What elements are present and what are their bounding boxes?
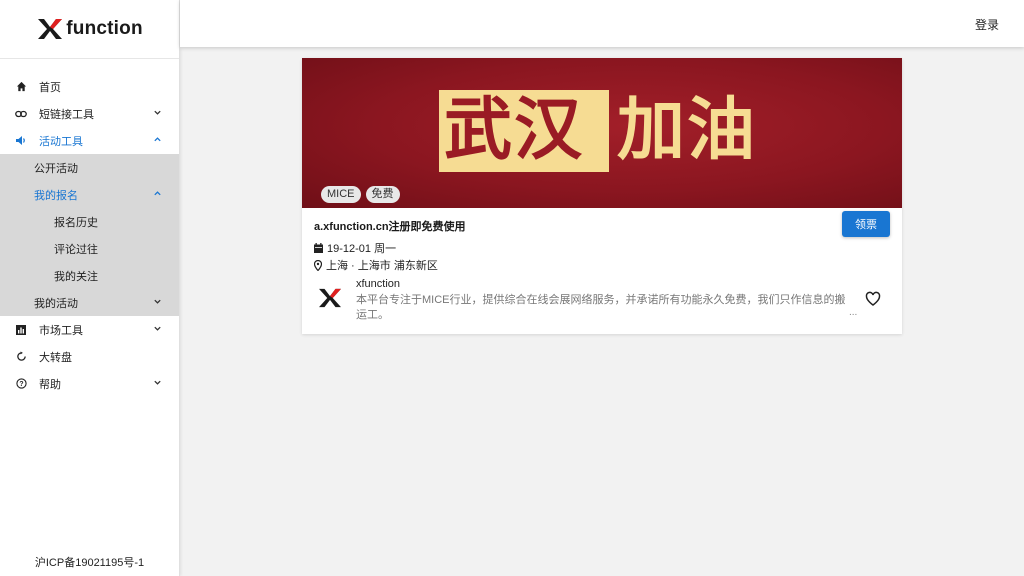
activity-submenu: 公开活动 我的报名 报名历史 评论过往 我的关注 我的活动 [0,154,179,316]
sidebar-item-help[interactable]: ? 帮助 [0,370,179,397]
refresh-icon [15,351,27,363]
sidebar-item-label: 活动工具 [39,135,83,148]
sidebar-item-label: 评论过往 [54,243,98,256]
banner-text-secondary: 加油 [617,91,758,170]
sidebar-item-label: 我的活动 [34,297,78,310]
x-logo-icon [38,19,63,39]
organizer-name[interactable]: xfunction [356,278,400,290]
organizer-logo-icon[interactable] [317,287,343,309]
chevron-up-icon [154,137,161,142]
sidebar: function 首页 短链接工具 活动工具 公开活动 我的报名 报名历史 评论… [0,0,180,576]
event-date: 19-12-01 周一 [314,240,396,256]
sidebar-item-market-tools[interactable]: 市场工具 [0,316,179,343]
sidebar-item-label: 首页 [39,81,61,94]
sidebar-item-label: 大转盘 [39,351,72,364]
sidebar-item-my-activities[interactable]: 我的活动 [0,289,179,316]
chevron-down-icon [154,326,161,331]
home-icon [15,81,27,93]
tag-list: MICE 免费 [321,186,400,203]
chart-icon [15,324,27,336]
sidebar-item-shortlink[interactable]: 短链接工具 [0,100,179,127]
icp-license[interactable]: 沪ICP备19021195号-1 [0,554,179,570]
sidebar-item-label: 短链接工具 [39,108,94,121]
login-link[interactable]: 登录 [975,16,999,33]
sidebar-item-signup-history[interactable]: 报名历史 [0,208,179,235]
chevron-down-icon [154,110,161,115]
calendar-icon [314,243,323,253]
sidebar-item-following[interactable]: 我的关注 [0,262,179,289]
get-ticket-button[interactable]: 领票 [842,211,890,237]
chevron-down-icon [154,380,161,385]
event-card[interactable]: 武汉 加油 MICE 免费 a.xfunction.cn注册即免费使用 领票 1… [302,58,902,334]
brand-logo[interactable]: function [0,0,179,59]
tag-chip: MICE [321,186,361,203]
location-pin-icon [314,259,322,271]
top-header: 登录 [180,0,1024,47]
banner-text-primary: 武汉 [444,91,585,170]
chevron-up-icon [154,191,161,196]
event-location-text: 上海 · 上海市 浦东新区 [326,260,438,272]
event-date-text: 19-12-01 周一 [327,243,397,255]
event-title[interactable]: a.xfunction.cn注册即免费使用 [314,218,466,234]
tag-chip: 免费 [365,186,400,203]
sidebar-item-label: 帮助 [39,378,61,391]
sidebar-item-label: 公开活动 [34,162,78,175]
help-icon: ? [15,378,27,390]
brand-name: function [66,18,143,39]
more-ellipsis[interactable]: ... [849,307,857,318]
sidebar-item-reviewed[interactable]: 评论过往 [0,235,179,262]
sidebar-item-home[interactable]: 首页 [0,73,179,100]
sidebar-item-activity-tools[interactable]: 活动工具 [0,127,179,154]
sidebar-item-my-signup[interactable]: 我的报名 [0,181,179,208]
sidebar-item-label: 市场工具 [39,324,83,337]
svg-text:?: ? [19,381,23,388]
sidebar-item-label: 我的报名 [34,189,78,202]
sidebar-item-public-activities[interactable]: 公开活动 [0,154,179,181]
sidebar-item-wheel[interactable]: 大转盘 [0,343,179,370]
speaker-icon [15,135,27,147]
organizer-description: 本平台专注于MICE行业，提供综合在线会展网络服务，并承诺所有功能永久免费，我们… [356,294,846,321]
sidebar-nav: 首页 短链接工具 活动工具 公开活动 我的报名 报名历史 评论过往 我的关注 我… [0,73,179,397]
link-icon [15,108,27,120]
chevron-down-icon [154,299,161,304]
sidebar-item-label: 我的关注 [54,270,98,283]
event-banner[interactable]: 武汉 加油 MICE 免费 [302,58,902,208]
favorite-heart-icon[interactable] [865,291,881,307]
sidebar-item-label: 报名历史 [54,216,98,229]
event-location: 上海 · 上海市 浦东新区 [314,257,438,273]
